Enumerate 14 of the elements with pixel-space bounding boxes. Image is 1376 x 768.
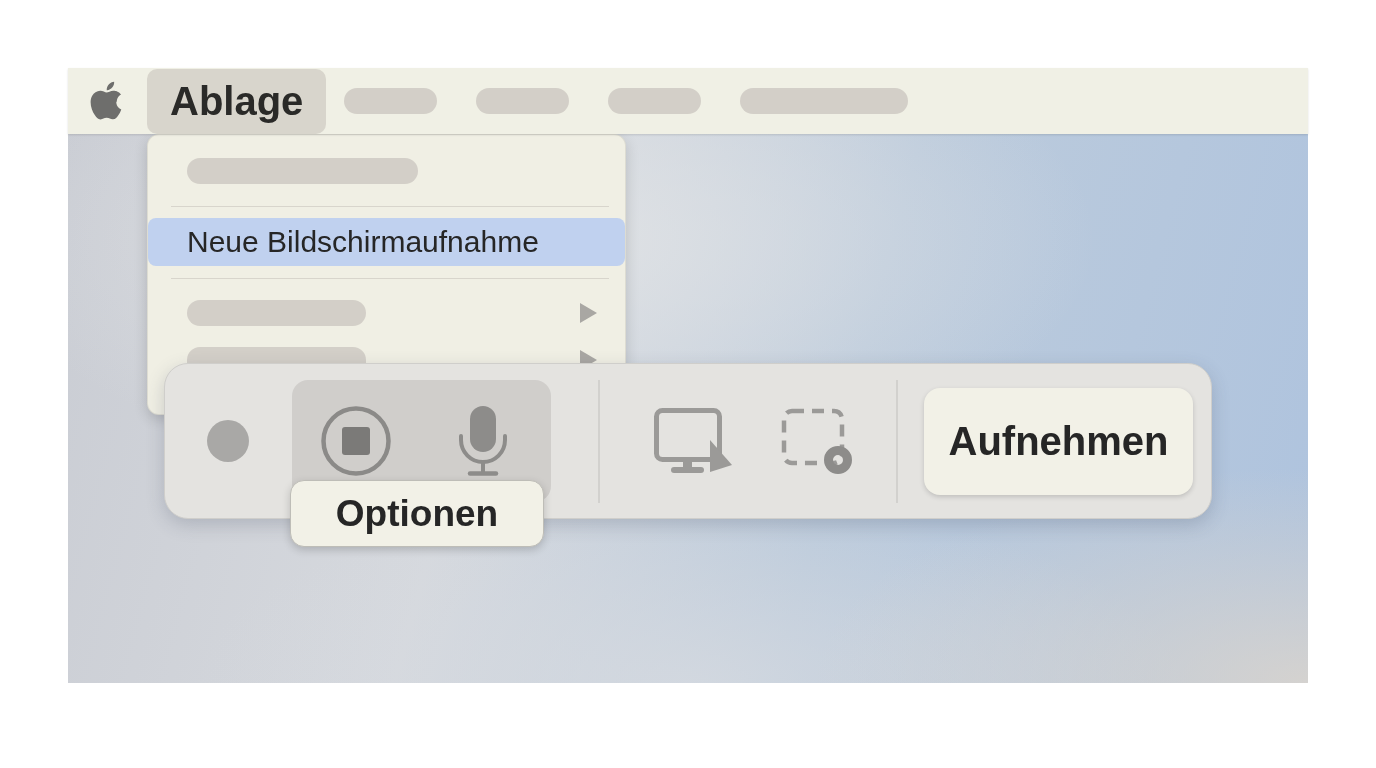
menu-item[interactable]: Neue Bildschirmaufnahme <box>148 218 625 266</box>
placeholder-bar[interactable] <box>344 88 438 114</box>
tooltip: Optionen <box>290 480 544 547</box>
menu-title[interactable]: Ablage <box>147 68 327 134</box>
circle-icon[interactable] <box>207 420 249 462</box>
placeholder-bar[interactable] <box>476 88 570 114</box>
microphone-icon[interactable] <box>458 406 508 476</box>
record-button[interactable]: Aufnehmen <box>924 387 1193 495</box>
dashed-selection-icon[interactable] <box>781 407 853 475</box>
apple-icon[interactable] <box>90 80 123 120</box>
placeholder-bar[interactable] <box>608 88 702 114</box>
stop-icon[interactable] <box>321 406 391 476</box>
placeholder-bar[interactable] <box>740 88 909 114</box>
monitor-pointer-icon[interactable] <box>654 407 734 475</box>
